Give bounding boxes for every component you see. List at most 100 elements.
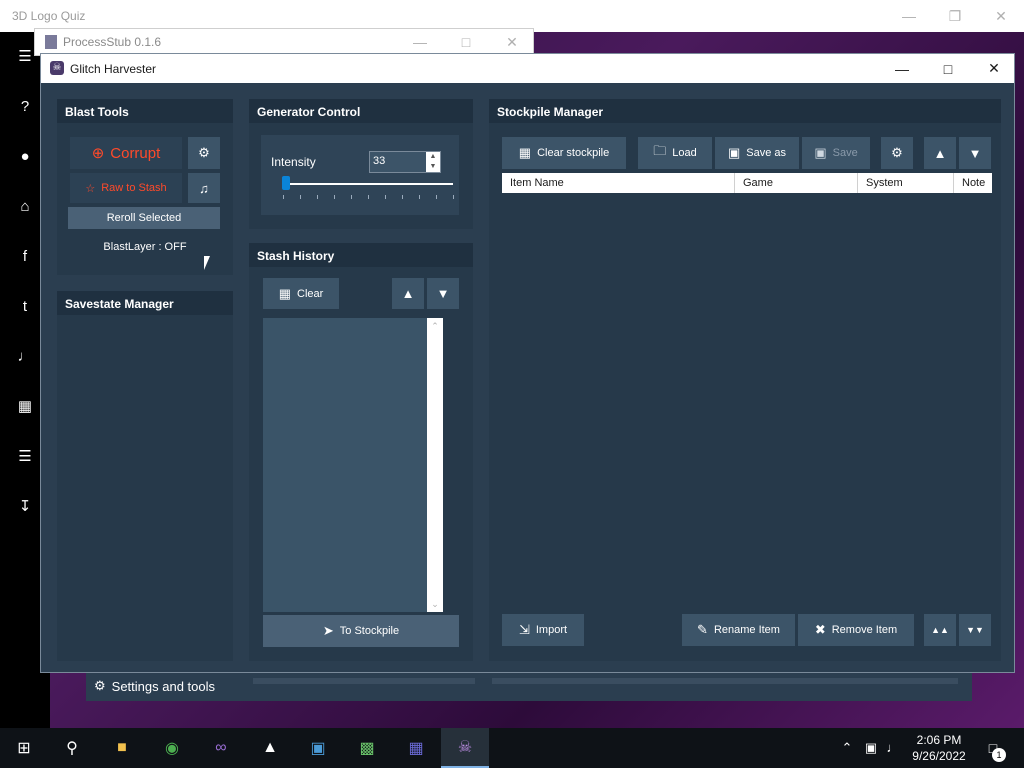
- spinner-arrows-icon[interactable]: ▲ ▼: [426, 152, 440, 172]
- reroll-selected-button[interactable]: Reroll Selected: [68, 207, 220, 229]
- save-icon: ▣: [814, 145, 827, 160]
- trash-icon[interactable]: ▦: [14, 396, 36, 418]
- column-header[interactable]: System: [858, 173, 954, 193]
- move-to-top-button[interactable]: ▲▲: [924, 614, 956, 646]
- store-icon[interactable]: ▣: [294, 728, 342, 768]
- download-icon[interactable]: ↧: [14, 496, 36, 518]
- stockpile-settings-button[interactable]: ⚙: [881, 137, 913, 169]
- double-arrow-up-icon: ▲▲: [931, 625, 949, 635]
- home-icon[interactable]: ⌂: [14, 196, 36, 218]
- stash-move-up-button[interactable]: ▲: [392, 278, 424, 309]
- stockpile-table-body[interactable]: [502, 193, 992, 611]
- close-icon[interactable]: ✕: [489, 29, 535, 55]
- close-icon[interactable]: ✕: [978, 0, 1024, 32]
- slider-thumb[interactable]: [282, 176, 291, 190]
- move-to-bottom-button[interactable]: ▼▼: [959, 614, 991, 646]
- visual-studio-icon[interactable]: ∞: [197, 728, 245, 768]
- maximize-icon[interactable]: □: [925, 54, 971, 83]
- chevron-up-icon[interactable]: ⌃: [838, 739, 856, 757]
- raw-to-stash-button[interactable]: ☆ Raw to Stash: [70, 173, 182, 203]
- panel-title: Stockpile Manager: [489, 99, 1001, 123]
- double-arrow-down-icon: ▼▼: [966, 625, 984, 635]
- file-explorer-icon[interactable]: ■: [98, 728, 146, 768]
- slider-tick: [283, 195, 284, 199]
- windows-start-icon[interactable]: ⊞: [0, 728, 48, 768]
- restore-icon[interactable]: ❐: [932, 0, 978, 32]
- search-icon[interactable]: ⚲: [48, 728, 96, 768]
- facebook-icon[interactable]: f: [14, 246, 36, 268]
- scroll-up-icon[interactable]: ⌃: [427, 318, 443, 334]
- x-icon: ✖: [814, 622, 826, 637]
- save-label: Save: [832, 147, 858, 159]
- globe-icon[interactable]: ●: [14, 146, 36, 168]
- glitch-harvester-taskbar-icon[interactable]: ☠: [441, 728, 489, 768]
- clear-stockpile-button[interactable]: ▦ Clear stockpile: [502, 137, 626, 169]
- load-label: Load: [672, 147, 697, 159]
- remove-item-button[interactable]: ✖ Remove Item: [798, 614, 914, 646]
- background-app-title: 3D Logo Quiz: [12, 9, 86, 23]
- app-icon[interactable]: ▩: [343, 728, 391, 768]
- app-icon[interactable]: ▲: [246, 728, 294, 768]
- save-button[interactable]: ▣ Save: [802, 137, 870, 169]
- save-as-button[interactable]: ▣ Save as: [715, 137, 799, 169]
- stash-scrollbar[interactable]: ⌃ ⌄: [427, 318, 443, 612]
- settings-and-tools-button[interactable]: ⚙ Settings and tools: [86, 673, 236, 699]
- corrupt-button[interactable]: ⊕ Corrupt: [70, 137, 182, 169]
- glitch-harvester-window: ☠ Glitch Harvester — □ ✕ Blast Tools ⊕ C…: [40, 53, 1015, 673]
- chrome-icon[interactable]: ◉: [148, 728, 196, 768]
- stockpile-table-header: Item Name Game System Note: [502, 173, 992, 193]
- ps-app-icon[interactable]: ▦: [392, 728, 440, 768]
- processstub-icon: [45, 35, 57, 49]
- music-button[interactable]: ♫: [188, 173, 220, 203]
- raw-to-stash-label: Raw to Stash: [101, 182, 167, 194]
- column-header[interactable]: Note: [954, 173, 992, 193]
- minimize-icon[interactable]: —: [397, 29, 443, 55]
- to-stockpile-button[interactable]: ➤ To Stockpile: [263, 615, 459, 647]
- mouse-cursor-icon: [204, 256, 210, 270]
- rename-item-button[interactable]: ✎ Rename Item: [682, 614, 795, 646]
- arrow-down-icon: ▼: [968, 145, 982, 161]
- import-button[interactable]: ⇲ Import: [502, 614, 584, 646]
- intensity-spinbox[interactable]: 33 ▲ ▼: [369, 151, 441, 173]
- intensity-label: Intensity: [271, 155, 316, 169]
- slider-tick: [300, 195, 301, 199]
- to-stockpile-label: To Stockpile: [339, 625, 400, 637]
- gear-icon: ⚙: [891, 145, 903, 160]
- trash-icon: ▦: [278, 285, 291, 301]
- maximize-icon[interactable]: □: [443, 29, 489, 55]
- generator-control-panel: Generator Control Intensity 33 ▲ ▼: [249, 99, 473, 229]
- bottom-toolbar: ⚙ Settings and tools: [86, 673, 972, 701]
- save-icon: ▣: [727, 145, 741, 160]
- load-button[interactable]: 🗀 Load: [638, 137, 712, 169]
- stockpile-move-down-button[interactable]: ▼: [959, 137, 991, 169]
- slider-tick: [334, 195, 335, 199]
- menu-icon[interactable]: ☰: [14, 46, 36, 68]
- bottom-scroll-area: [492, 678, 958, 684]
- column-header[interactable]: Game: [735, 173, 858, 193]
- clear-stash-button[interactable]: ▦ Clear: [263, 278, 339, 309]
- clock[interactable]: 2:06 PM 9/26/2022: [904, 732, 974, 764]
- scroll-down-icon[interactable]: ⌄: [427, 596, 443, 612]
- volume-icon[interactable]: ♩: [884, 739, 902, 757]
- close-icon[interactable]: ✕: [971, 54, 1017, 83]
- trash-icon: ▦: [518, 145, 532, 160]
- blast-settings-button[interactable]: ⚙: [188, 137, 220, 169]
- stockpile-move-up-button[interactable]: ▲: [924, 137, 956, 169]
- intensity-slider[interactable]: [282, 176, 453, 190]
- twitter-icon[interactable]: t: [14, 296, 36, 318]
- save-as-label: Save as: [746, 147, 787, 159]
- minimize-icon[interactable]: —: [879, 54, 925, 83]
- stash-history-list[interactable]: ⌃ ⌄: [263, 318, 443, 612]
- volume-icon[interactable]: ♩: [14, 346, 36, 368]
- panel-title: Generator Control: [249, 99, 473, 123]
- minimize-icon[interactable]: —: [886, 0, 932, 32]
- intensity-value: 33: [373, 155, 386, 167]
- settings-and-tools-label: Settings and tools: [111, 678, 216, 694]
- list-icon[interactable]: ☰: [14, 446, 36, 468]
- gear-icon: ⚙: [94, 678, 106, 693]
- help-icon[interactable]: ?: [14, 96, 36, 118]
- rename-item-label: Rename Item: [713, 624, 780, 636]
- column-header[interactable]: Item Name: [502, 173, 735, 193]
- stash-move-down-button[interactable]: ▼: [427, 278, 459, 309]
- network-icon[interactable]: ▣: [862, 739, 880, 757]
